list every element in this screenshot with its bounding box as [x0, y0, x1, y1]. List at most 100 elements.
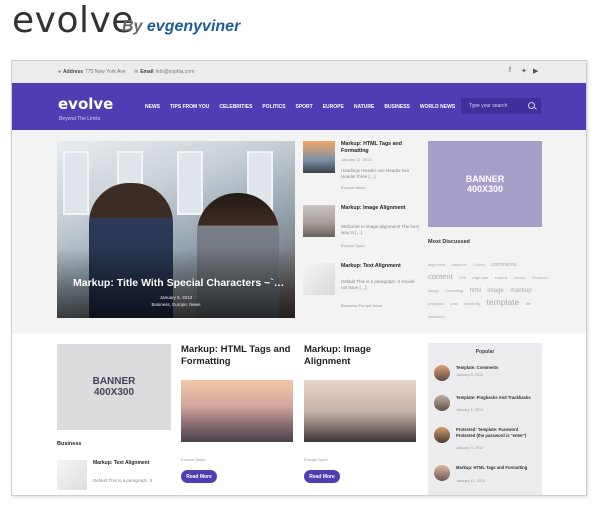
nav-item-news[interactable]: NEWS [145, 104, 160, 110]
banner-ad[interactable]: BANNER 400X300 [428, 141, 542, 227]
post-category[interactable]: Europe News [341, 185, 365, 190]
post-date: January 11, 2013 [341, 157, 372, 162]
post-thumbnail[interactable] [303, 205, 335, 237]
tag-cloud: alignment captions Codex comments conten… [428, 257, 548, 322]
tag-link[interactable]: excerpt [514, 276, 525, 280]
hero-date: January 5, 2013 [159, 295, 193, 300]
post-thumbnail[interactable] [434, 465, 450, 481]
tag-link[interactable]: post [450, 301, 458, 306]
main-navigation: evolve Beyond The Limits NEWS TIPS FROM … [12, 83, 586, 130]
hero-categories[interactable]: Business, Europe, News [57, 302, 295, 307]
post-title[interactable]: Markup: HTML Tags and Formatting [181, 344, 295, 368]
popular-item-title[interactable]: Template: Pingbacks And Trackbacks [456, 395, 538, 401]
byline: By evgenyviner [122, 18, 240, 36]
search-placeholder: Type your search [469, 103, 508, 109]
youtube-icon[interactable]: ▶ [533, 67, 538, 75]
tag-link[interactable]: alignment [428, 262, 445, 267]
side-post[interactable]: Markup: Image Alignment Welcome to image… [303, 205, 423, 265]
mail-icon: ✉ [134, 69, 139, 75]
post-category[interactable]: Business Europe News [341, 303, 382, 308]
banner-line: BANNER [465, 174, 505, 184]
banner-line: 400X300 [466, 184, 504, 194]
tag-link[interactable]: formatting [445, 288, 463, 293]
tag-link[interactable]: html [470, 288, 481, 294]
post-category[interactable]: Europe News [181, 457, 205, 462]
top-info-bar: ● Address 775 New York Ave ✉ Email info@… [12, 61, 586, 84]
nav-item-politics[interactable]: POLITICS [262, 104, 285, 110]
popular-item-date: January 1, 2013 [456, 408, 484, 412]
nav-item-tips[interactable]: TIPS FROM YOU [170, 104, 209, 110]
location-pin-icon: ● [58, 69, 62, 75]
post-card: Markup: HTML Tags and Formatting Europe … [181, 344, 295, 483]
post-category[interactable]: Europe Sport [304, 457, 328, 462]
banner-line: BANNER [92, 376, 136, 387]
tag-link[interactable]: edge case [472, 276, 488, 280]
search-input[interactable]: Type your search [461, 98, 541, 114]
nav-menu: NEWS TIPS FROM YOU CELEBRITIES POLITICS … [145, 104, 455, 110]
popular-heading: Popular [475, 349, 495, 355]
nav-item-europe[interactable]: EUROPE [323, 104, 344, 110]
facebook-icon[interactable]: f [509, 67, 511, 74]
tag-link[interactable]: markup [510, 287, 532, 294]
post-thumbnail[interactable] [434, 395, 450, 411]
site-logo[interactable]: evolve [58, 95, 113, 113]
address-value: 775 New York Ave [85, 69, 126, 75]
post-title[interactable]: Markup: HTML Tags and Formatting [341, 141, 421, 155]
tag-link[interactable]: Codex [473, 262, 485, 267]
popular-item[interactable]: Protected: Template: Password Protected … [434, 427, 540, 451]
post-title[interactable]: Markup: Text Alignment [93, 460, 149, 466]
hero-post[interactable]: Markup: Title With Special Characters ~`… [57, 141, 295, 318]
address-label: Address [63, 69, 84, 75]
post-title[interactable]: Markup: Image Alignment [341, 205, 421, 212]
read-more-button[interactable]: Read More [181, 470, 217, 483]
tag-link[interactable]: comments [491, 262, 516, 268]
search-icon[interactable] [528, 102, 535, 109]
most-discussed-heading: Most Discussed [428, 239, 470, 245]
banner-ad[interactable]: BANNER 400X300 [57, 344, 171, 430]
tag-link[interactable]: image [487, 288, 503, 294]
post-category[interactable]: Europe Sport [341, 243, 365, 248]
popular-item-title[interactable]: Template: Comments [456, 365, 538, 371]
side-post[interactable]: Markup: HTML Tags and Formatting January… [303, 141, 423, 201]
popular-item[interactable]: Template: Comments January 3, 2012 [434, 365, 540, 389]
popular-item-date: January 3, 2012 [456, 373, 484, 377]
window-decor [177, 151, 203, 215]
nav-item-nature[interactable]: NATURE [354, 104, 374, 110]
post-image[interactable] [304, 380, 416, 442]
post-thumbnail[interactable] [434, 365, 450, 381]
tag-link[interactable]: template [487, 297, 520, 307]
tag-link[interactable]: css [459, 275, 466, 280]
website-screenshot: ● Address 775 New York Ave ✉ Email info@… [11, 60, 587, 496]
post-excerpt: Welcome to image alignment! The best way… [341, 224, 419, 235]
email-value[interactable]: info@sophia.com [156, 69, 195, 75]
popular-item-title[interactable]: Markup: HTML Tags and Formatting [456, 465, 538, 471]
read-more-button[interactable]: Read More [304, 470, 340, 483]
tag-link[interactable]: captions [452, 262, 467, 267]
post-thumbnail[interactable] [303, 263, 335, 295]
tag-link[interactable]: title [526, 302, 531, 306]
tag-link[interactable]: embeds [495, 276, 507, 280]
post-title[interactable]: Markup: Image Alignment [304, 344, 418, 368]
post-image[interactable] [181, 380, 293, 442]
popular-item[interactable]: Markup: HTML Tags and Formatting January… [434, 465, 540, 489]
nav-item-world-news[interactable]: WORLD NEWS [420, 104, 455, 110]
author-link[interactable]: evgenyviner [147, 18, 240, 35]
nav-item-celebrities[interactable]: CELEBRITIES [219, 104, 252, 110]
side-post[interactable]: Markup: Text Alignment Default This is a… [303, 263, 423, 323]
hero-title[interactable]: Markup: Title With Special Characters ~`… [73, 277, 284, 289]
post-excerpt: Default This is a paragraph. It should n… [341, 279, 415, 290]
post-thumbnail[interactable] [303, 141, 335, 173]
nav-item-sport[interactable]: SPORT [295, 104, 312, 110]
site-tagline: Beyond The Limits [59, 116, 101, 122]
tag-link[interactable]: pingbacks [428, 302, 444, 306]
popular-item[interactable]: Template: Pingbacks And Trackbacks Janua… [434, 395, 540, 419]
tag-link[interactable]: trackbacks [428, 315, 445, 319]
popular-item-title[interactable]: Protected: Template: Password Protected … [456, 427, 538, 438]
nav-item-business[interactable]: BUSINESS [384, 104, 410, 110]
post-title[interactable]: Markup: Text Alignment [341, 263, 421, 270]
post-thumbnail[interactable] [434, 427, 450, 443]
twitter-icon[interactable]: ✦ [521, 67, 527, 75]
tag-link[interactable]: content [428, 272, 453, 281]
tag-link[interactable]: readability [464, 302, 480, 306]
post-thumbnail[interactable] [57, 460, 87, 490]
